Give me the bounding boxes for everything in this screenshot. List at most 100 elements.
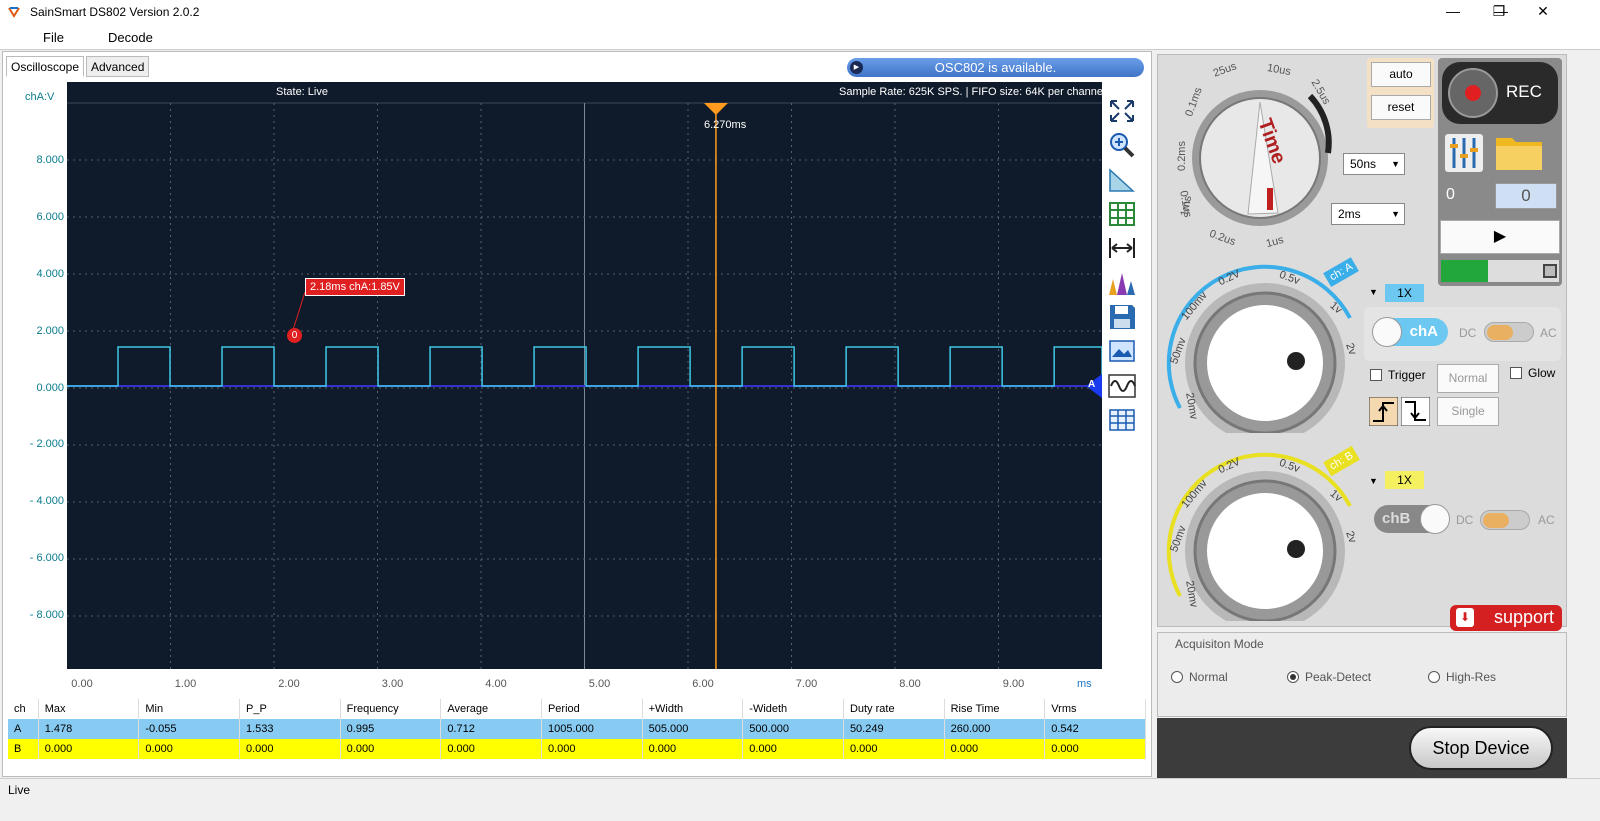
scope-screen[interactable] [67, 82, 1103, 674]
x-tick-label: 8.00 [899, 678, 921, 690]
restore-icon[interactable]: ❐ [1476, 0, 1522, 24]
table-cell: ch [8, 699, 39, 719]
spectrum-icon[interactable] [1107, 269, 1137, 297]
falling-edge-icon[interactable] [1401, 397, 1430, 426]
table-cell: 0.000 [1044, 739, 1146, 759]
play-step-button[interactable]: ▶ [1440, 220, 1560, 254]
table-cell: P_P [239, 699, 341, 719]
folder-icon[interactable] [1494, 132, 1544, 172]
download-icon: ⬇ [1456, 608, 1474, 627]
device-status-bar: ▶ OSC802 is available. [847, 58, 1144, 77]
x-tick-label: 0.00 [71, 678, 93, 690]
x-tick-label: 9.00 [1002, 678, 1025, 690]
table-cell: 0.000 [843, 739, 945, 759]
rising-edge-icon[interactable] [1369, 397, 1398, 426]
marker-label: 2.18ms chA:1.85V [305, 278, 405, 296]
support-button[interactable]: ⬇ support [1450, 605, 1562, 631]
cha-probe[interactable]: 1X [1385, 284, 1424, 302]
y-tick-label: - 4.000 [29, 495, 64, 507]
acquisition-mode-box: Acquisiton Mode Normal Peak-Detect High-… [1157, 632, 1567, 717]
channel-a-marker[interactable]: A [1088, 379, 1095, 390]
trigger-single-button[interactable]: Single [1437, 397, 1499, 426]
minimize-icon[interactable]: — [1430, 0, 1476, 24]
counter-input[interactable]: 0 [1495, 183, 1557, 209]
reset-button[interactable]: reset [1371, 95, 1431, 120]
rec-button[interactable]: REC [1442, 62, 1558, 124]
trigger-normal-button[interactable]: Normal [1437, 364, 1499, 393]
status-bar: Live [0, 778, 1600, 800]
glow-checkbox[interactable] [1510, 367, 1522, 379]
cha-toggle[interactable]: chA [1372, 317, 1448, 347]
table-cell: Duty rate [843, 699, 945, 719]
table-cell: -0.055 [138, 719, 240, 739]
record-length-select[interactable]: 2ms ▼ [1331, 203, 1405, 225]
scope-state: State: Live [276, 86, 328, 98]
fit-icon[interactable] [1107, 97, 1137, 125]
acq-high-res-label: High-Res [1446, 670, 1497, 684]
waveform-icon[interactable] [1107, 372, 1137, 400]
table-cell: 0.000 [440, 739, 542, 759]
table-cell: 0.000 [541, 739, 643, 759]
cha-dc-ac-toggle[interactable] [1484, 322, 1534, 342]
time-knob[interactable] [1160, 58, 1360, 258]
x-tick-label: 4.00 [485, 678, 507, 690]
chb-probe[interactable]: 1X [1385, 471, 1424, 489]
chb-dc-ac-toggle[interactable] [1480, 510, 1530, 530]
x-tick-label: 1.00 [174, 678, 197, 690]
table-cell: A [8, 719, 39, 739]
cha-probe-arrow[interactable]: ▼ [1369, 287, 1378, 297]
table-cell: Frequency [340, 699, 442, 719]
table-cell: Max [38, 699, 140, 719]
menu-decode[interactable]: Decode [108, 30, 153, 45]
play-icon: ▶ [850, 61, 863, 74]
acq-peak-detect-radio[interactable] [1287, 671, 1299, 683]
tab-advanced[interactable]: Advanced [86, 56, 150, 77]
menu-file[interactable]: File [43, 30, 64, 45]
table-cell: 0.000 [138, 739, 240, 759]
table-header-row: ch Max Min P_P Frequency Average Period +Width -… [8, 699, 1146, 719]
table-cell: Average [440, 699, 542, 719]
table-cell: 260.000 [944, 719, 1046, 739]
chb-probe-arrow[interactable]: ▼ [1369, 476, 1378, 486]
cha-ac-label: AC [1540, 326, 1557, 340]
auto-button[interactable]: auto [1371, 62, 1431, 87]
close-icon[interactable]: ✕ [1520, 0, 1566, 24]
width-icon[interactable] [1107, 234, 1137, 262]
progress-fill [1441, 260, 1489, 282]
acq-high-res-radio[interactable] [1428, 671, 1440, 683]
table-icon[interactable] [1107, 406, 1137, 434]
grid-icon[interactable] [1107, 200, 1137, 228]
status-text: Live [8, 783, 31, 797]
y-tick-label: - 8.000 [29, 609, 64, 621]
x-tick-label: 3.00 [381, 678, 404, 690]
x-tick-label: 7.00 [795, 678, 818, 690]
window-title: SainSmart DS802 Version 2.0.2 [30, 5, 200, 19]
marker-point[interactable]: 0 [287, 328, 302, 343]
chb-toggle[interactable]: chB [1374, 504, 1450, 534]
acq-normal-radio[interactable] [1171, 671, 1183, 683]
mixer-icon[interactable] [1445, 134, 1483, 172]
bottom-control-bar: Stop Device [1157, 718, 1567, 778]
snapshot-icon[interactable] [1107, 337, 1137, 365]
measure-icon[interactable] [1107, 166, 1137, 194]
sample-info: Sample Rate: 625K SPS. | FIFO size: 64K … [839, 86, 1106, 98]
x-tick-label: 5.00 [588, 678, 611, 690]
save-icon[interactable] [1107, 303, 1137, 331]
time-div-select[interactable]: 50ns ▼ [1343, 153, 1405, 175]
stop-device-button[interactable]: Stop Device [1409, 726, 1553, 770]
table-cell: 0.712 [440, 719, 542, 739]
table-cell: Rise Time [944, 699, 1046, 719]
tab-oscilloscope[interactable]: Oscilloscope [6, 56, 85, 77]
zoom-icon[interactable] [1107, 131, 1137, 159]
acq-normal-label: Normal [1189, 670, 1228, 684]
progress-bar [1440, 259, 1560, 283]
x-axis-unit: ms [1077, 678, 1092, 690]
trigger-marker [703, 103, 728, 115]
table-cell: +Width [642, 699, 744, 719]
trigger-label: Trigger [1388, 368, 1426, 382]
table-cell: 0.542 [1044, 719, 1146, 739]
y-tick-label: 8.000 [36, 154, 64, 166]
waveform-display[interactable] [67, 82, 1103, 674]
measurement-table: ch Max Min P_P Frequency Average Period +Width -… [8, 699, 1146, 759]
trigger-checkbox[interactable] [1370, 369, 1382, 381]
